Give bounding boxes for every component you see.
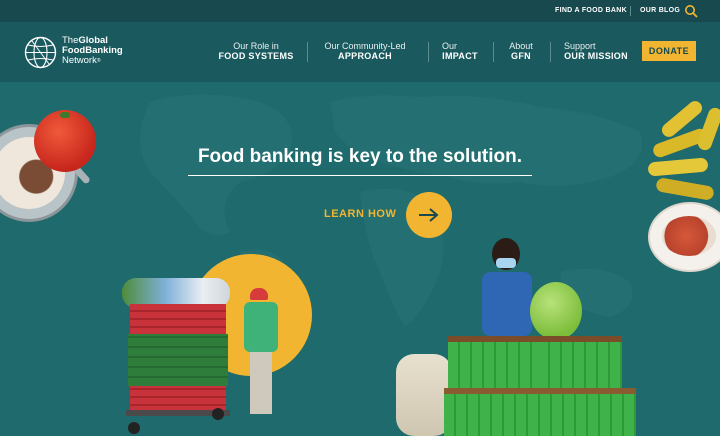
tomato-stem xyxy=(60,112,70,118)
arrow-right-icon xyxy=(417,207,441,228)
nav-impact[interactable]: Our IMPACT xyxy=(440,41,480,61)
red-crate-bottom-image xyxy=(130,386,226,412)
cart-wheel xyxy=(212,408,224,420)
tomato-image xyxy=(34,110,96,172)
utility-bar: FIND A FOOD BANK OUR BLOG xyxy=(0,0,720,22)
utility-divider xyxy=(630,6,631,16)
worker-figure-image xyxy=(240,288,284,424)
nav-approach-line1: Our Community-Led xyxy=(324,41,406,51)
nav-divider xyxy=(550,42,551,62)
nav-about-line1: About xyxy=(509,41,533,51)
nav-impact-line2: IMPACT xyxy=(442,51,478,61)
green-crates-produce-image xyxy=(538,336,622,390)
green-fruit-image xyxy=(530,282,582,340)
volunteer-woman-image xyxy=(478,238,536,342)
nav-divider xyxy=(493,42,494,62)
nav-approach-line2: APPROACH xyxy=(338,51,392,61)
green-crates-produce-image xyxy=(448,336,540,390)
learn-how-button[interactable] xyxy=(406,192,452,238)
green-crates-image xyxy=(128,334,228,386)
stew-food xyxy=(662,216,716,256)
headline-underline xyxy=(188,175,532,176)
logo-registered: ® xyxy=(96,58,101,64)
cart-wheel xyxy=(128,422,140,434)
worker-vest xyxy=(244,302,278,352)
banana xyxy=(655,177,715,201)
banana xyxy=(647,157,709,177)
nav-mission-line1: Support xyxy=(564,41,596,51)
worker-legs xyxy=(250,352,272,414)
find-food-bank-link[interactable]: FIND A FOOD BANK xyxy=(555,0,627,22)
blog-link[interactable]: OUR BLOG xyxy=(640,0,680,22)
worker-cap xyxy=(250,288,268,300)
green-crates-produce-image xyxy=(540,388,636,436)
nav-mission[interactable]: Support OUR MISSION xyxy=(561,41,631,61)
nav-food-systems-line1: Our Role in xyxy=(233,41,279,51)
nav-about-line2: GFN xyxy=(511,51,531,61)
nav-about[interactable]: About GFN xyxy=(503,41,539,61)
main-nav: TheGlobal FoodBanking Network® Our Role … xyxy=(0,22,720,82)
hero-headline: Food banking is key to the solution. xyxy=(197,146,523,167)
green-crates-produce-image xyxy=(444,388,540,436)
nav-food-systems-line2: FOOD SYSTEMS xyxy=(218,51,294,61)
nav-divider xyxy=(307,42,308,62)
face-mask xyxy=(496,258,516,268)
search-icon[interactable] xyxy=(684,4,698,18)
hero-section: Food banking is key to the solution. LEA… xyxy=(0,82,720,436)
woman-vest xyxy=(482,272,532,336)
logo-wordmark: TheGlobal FoodBanking Network® xyxy=(62,36,152,66)
nav-approach[interactable]: Our Community-Led APPROACH xyxy=(318,41,412,61)
learn-how-link[interactable]: LEARN HOW xyxy=(324,208,396,220)
donate-button[interactable]: DONATE xyxy=(642,41,696,61)
nav-mission-line2: OUR MISSION xyxy=(564,51,628,61)
nav-food-systems[interactable]: Our Role in FOOD SYSTEMS xyxy=(218,41,294,61)
nav-divider xyxy=(428,42,429,62)
red-crates-image xyxy=(130,304,226,334)
globe-logo-icon xyxy=(24,36,57,74)
nav-impact-line1: Our xyxy=(442,41,458,51)
logo-network: Network xyxy=(62,55,97,66)
bananas-image xyxy=(647,98,720,212)
